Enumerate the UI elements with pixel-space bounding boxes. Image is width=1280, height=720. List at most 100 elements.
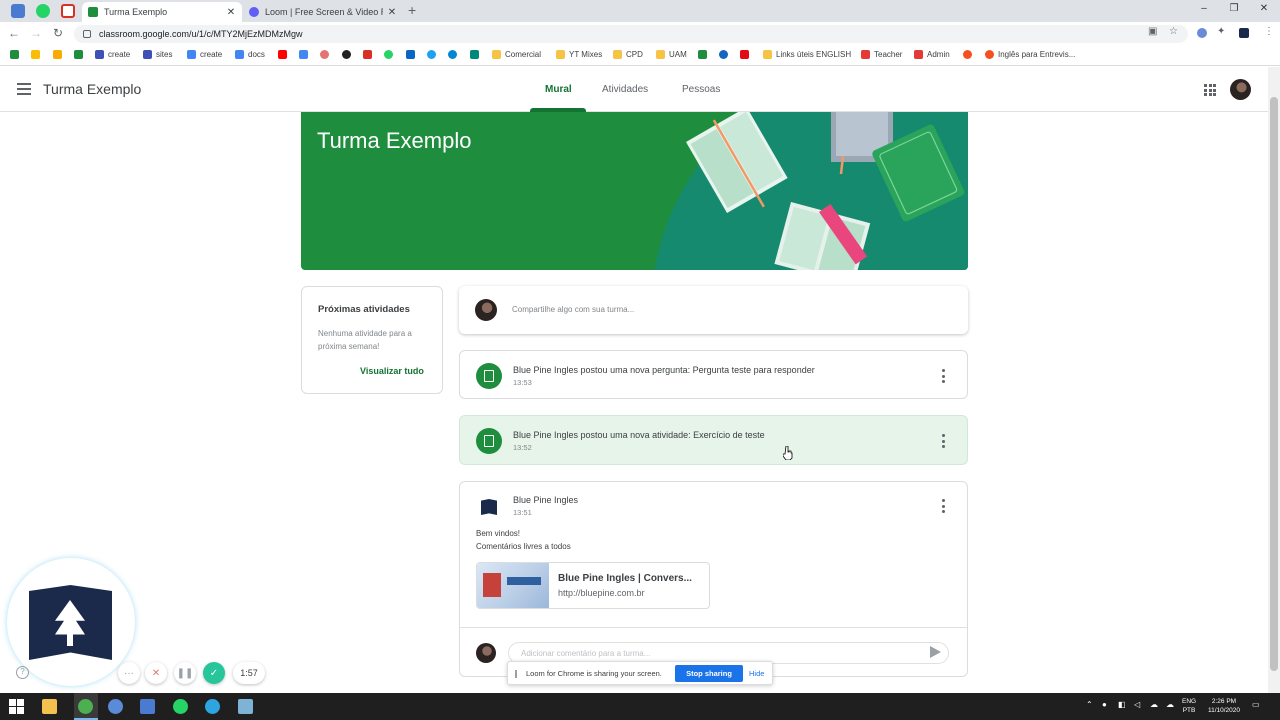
send-icon[interactable] [930, 646, 941, 658]
volume-icon[interactable]: ◁ [1134, 700, 1140, 709]
bookmark-folder-comercial[interactable]: Comercial [492, 50, 541, 59]
pinned-tab-whatsapp-icon[interactable] [36, 4, 50, 18]
bookmark-folder-uam[interactable]: UAM [656, 50, 687, 59]
bookmark-create-2[interactable]: create [187, 50, 222, 59]
help-icon[interactable]: ? [16, 666, 29, 679]
chrome-menu-icon[interactable]: ⋮ [1264, 26, 1274, 37]
bookmark-icon[interactable] [342, 50, 355, 59]
new-tab-icon[interactable]: + [408, 2, 416, 18]
main-menu-icon[interactable] [17, 83, 31, 95]
close-tab-icon[interactable]: ✕ [387, 7, 397, 18]
bookmark-icon[interactable] [698, 50, 711, 59]
bookmark-folder-links-english[interactable]: Links úteis ENGLISH [763, 50, 851, 59]
file-explorer-icon[interactable] [42, 699, 57, 714]
bookmark-whatsapp-icon[interactable] [384, 50, 397, 59]
network-icon[interactable]: ◧ [1118, 700, 1126, 709]
extensions-puzzle-icon[interactable]: ✦ [1217, 26, 1225, 37]
stop-sharing-button[interactable]: Stop sharing [675, 665, 743, 682]
notifications-icon[interactable]: ▭ [1252, 700, 1260, 709]
account-avatar[interactable] [1230, 79, 1251, 100]
whatsapp-icon[interactable] [173, 699, 188, 714]
bookmark-icon[interactable] [963, 50, 976, 59]
bookmark-drive-icon[interactable] [31, 50, 44, 59]
system-clock[interactable]: 2:26 PM 11/10/2020 [1203, 697, 1245, 715]
comment-placeholder: Adicionar comentário para a turma... [521, 649, 651, 658]
onedrive-icon[interactable]: ☁ [1150, 700, 1158, 709]
bookmark-icon[interactable] [719, 50, 732, 59]
more-options-icon[interactable] [941, 369, 945, 383]
stream-item-question[interactable]: Blue Pine Ingles postou uma nova pergunt… [459, 350, 968, 399]
bookmark-netflix-icon[interactable] [740, 50, 753, 59]
close-window-icon[interactable]: ✕ [1254, 3, 1274, 14]
bookmark-classroom-icon[interactable] [74, 50, 87, 59]
more-icon[interactable]: ··· [118, 662, 140, 684]
stream-item-assignment[interactable]: Blue Pine Ingles postou uma nova ativida… [459, 415, 968, 465]
bookmark-keep-icon[interactable] [53, 50, 66, 59]
forward-icon[interactable]: → [28, 26, 44, 40]
cast-icon[interactable]: ▣ [1148, 26, 1157, 37]
bookmark-create-1[interactable]: create [95, 50, 130, 59]
cloud-icon[interactable]: ☁ [1166, 700, 1174, 709]
banner-title[interactable]: Turma Exemplo [317, 128, 471, 154]
tab-pessoas[interactable]: Pessoas [682, 84, 720, 95]
bookmark-sites[interactable]: sites [143, 50, 172, 59]
chrome-icon[interactable] [78, 699, 93, 714]
view-all-link[interactable]: Visualizar tudo [360, 366, 424, 376]
bookmark-folder-yt-mixes[interactable]: YT Mixes [556, 50, 602, 59]
scrollbar-thumb[interactable] [1270, 97, 1278, 671]
tab-atividades[interactable]: Atividades [602, 84, 648, 95]
back-icon[interactable]: ← [6, 26, 22, 40]
bookmark-youtube-icon[interactable] [278, 50, 291, 59]
tab-loom[interactable]: Loom | Free Screen & Video Reco ✕ [243, 2, 403, 22]
bookmark-gmail-icon[interactable] [363, 50, 376, 59]
upcoming-card: Próximas atividades Nenhuma atividade pa… [301, 286, 443, 394]
more-options-icon[interactable] [941, 499, 945, 513]
bookmark-admin[interactable]: Admin [914, 50, 950, 59]
minimize-icon[interactable]: – [1194, 3, 1214, 14]
bookmark-star-icon[interactable]: ☆ [1169, 26, 1178, 37]
classroom-header: Turma Exemplo Mural Atividades Pessoas [0, 67, 1268, 112]
bookmark-icon[interactable] [448, 50, 461, 59]
extension-icon[interactable] [1197, 28, 1207, 38]
tray-chevron-icon[interactable]: ⌃ [1086, 700, 1093, 709]
finish-recording-icon[interactable]: ✓ [203, 662, 225, 684]
announcement-body: Bem vindos! Comentários livres a todos [476, 527, 571, 553]
pinned-tab-calendar-icon[interactable] [11, 4, 25, 18]
restore-icon[interactable]: ❐ [1224, 3, 1244, 14]
tab-turma-exemplo[interactable]: Turma Exemplo ✕ [82, 2, 242, 22]
page-scrollbar[interactable] [1268, 67, 1280, 693]
bookmark-twitter-icon[interactable] [427, 50, 440, 59]
language-indicator[interactable]: ENG PTB [1182, 697, 1196, 715]
link-attachment[interactable]: Blue Pine Ingles | Convers... http://blu… [476, 562, 710, 609]
bookmark-icon[interactable] [320, 50, 333, 59]
share-with-class-box[interactable]: Compartilhe algo com sua turma... [459, 286, 968, 334]
bookmark-teacher[interactable]: Teacher [861, 50, 902, 59]
bookmark-app-icon[interactable] [10, 50, 23, 59]
bookmark-docs[interactable]: docs [235, 50, 265, 59]
telegram-icon[interactable] [205, 699, 220, 714]
tab-mural[interactable]: Mural [545, 84, 572, 95]
cancel-recording-icon[interactable]: ✕ [145, 662, 167, 684]
pinned-tab-gmail-icon[interactable] [61, 4, 75, 18]
bookmark-icon[interactable] [299, 50, 312, 59]
bookmark-label: Admin [927, 50, 950, 59]
hide-button[interactable]: Hide [749, 669, 764, 678]
bookmark-folder-cpd[interactable]: CPD [613, 50, 643, 59]
bookmark-ingles-entrevistas[interactable]: Inglês para Entrevis... [985, 50, 1075, 59]
extension-bluepine-icon[interactable] [1239, 28, 1249, 38]
bookmark-icon[interactable] [470, 50, 483, 59]
close-tab-icon[interactable]: ✕ [226, 7, 236, 18]
pause-icon[interactable]: ❚❚ [174, 662, 196, 684]
drag-handle-icon[interactable] [515, 670, 517, 678]
windows-start-icon[interactable] [9, 699, 24, 714]
app-icon[interactable] [108, 699, 123, 714]
microphone-icon[interactable]: ● [1102, 700, 1107, 709]
bookmark-linkedin-icon[interactable] [406, 50, 419, 59]
more-options-icon[interactable] [941, 434, 945, 448]
address-bar[interactable]: classroom.google.com/u/1/c/MTY2MjEzMDMzM… [74, 25, 1188, 43]
google-apps-icon[interactable] [1204, 84, 1216, 96]
class-title[interactable]: Turma Exemplo [43, 81, 141, 97]
app-icon[interactable] [238, 699, 253, 714]
calculator-icon[interactable] [140, 699, 155, 714]
reload-icon[interactable]: ↻ [50, 26, 66, 40]
